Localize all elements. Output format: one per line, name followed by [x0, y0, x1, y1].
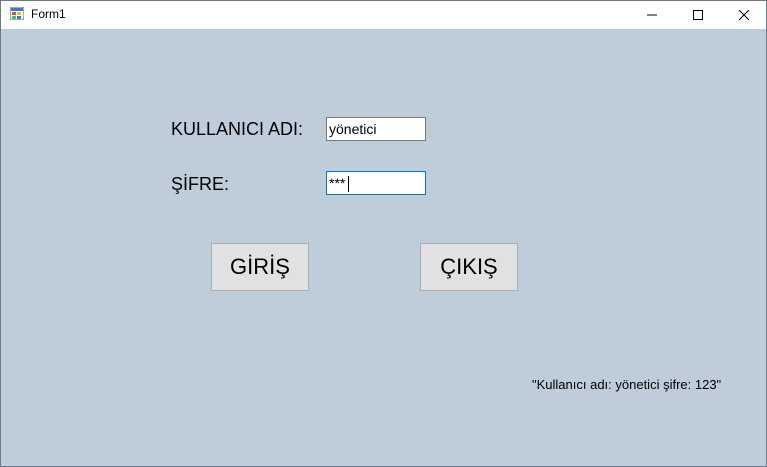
exit-button[interactable]: ÇIKIŞ [420, 243, 518, 291]
maximize-button[interactable] [675, 1, 721, 29]
app-icon [9, 6, 25, 21]
minimize-icon [647, 14, 657, 16]
window-title: Form1 [31, 7, 66, 21]
username-label: KULLANICI ADI: [171, 119, 304, 139]
login-button[interactable]: GİRİŞ [211, 243, 309, 291]
password-field[interactable] [326, 171, 426, 195]
credentials-hint: "Kullanıcı adı: yönetici şifre: 123" [532, 377, 722, 392]
form1-window: Form1 KULLANICI ADI: ŞİFRE: GİRİŞ ÇIKIŞ … [0, 0, 767, 467]
minimize-button[interactable] [629, 1, 675, 29]
text-caret [348, 176, 349, 192]
close-icon [739, 10, 749, 20]
form-client-area: KULLANICI ADI: ŞİFRE: GİRİŞ ÇIKIŞ "Kulla… [1, 29, 766, 466]
title-bar[interactable]: Form1 [1, 1, 766, 29]
password-label: ŞİFRE: [171, 174, 230, 194]
username-field[interactable] [326, 117, 426, 141]
close-button[interactable] [721, 1, 767, 29]
maximize-icon [693, 10, 703, 20]
